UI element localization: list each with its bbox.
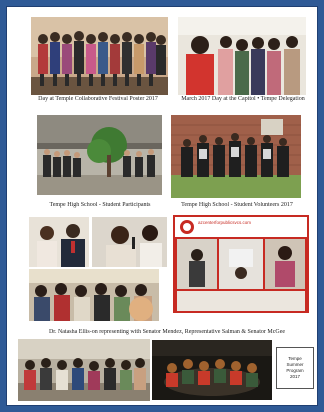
program-label-line-4: 2017 xyxy=(289,374,300,379)
caption-photo-3: Tempe High School - Student Participants xyxy=(49,202,151,208)
caption-photo-2: March 2017 Day at the Capitol • Tempe De… xyxy=(181,96,305,102)
workshop-photo-2 xyxy=(152,340,272,400)
group-photo-1 xyxy=(31,17,168,95)
website-logo-text: azcenterforpublicsvcs.com xyxy=(198,220,252,225)
microphone-speaker-photo xyxy=(92,217,167,267)
courtyard-photo xyxy=(37,115,162,195)
senator-collage-photo: azcenterforpublicsvcs.com xyxy=(173,215,309,313)
program-label-box: Tempe Summer Program 2017 xyxy=(276,347,314,389)
caption-photo-1: Day at Temple Collaborative Festival Pos… xyxy=(38,96,158,102)
poster-page: Day at Temple Collaborative Festival Pos… xyxy=(7,7,317,405)
workshop-photo-1 xyxy=(18,339,150,401)
caption-photo-6: Dr. Natasha Ellis-on representing with S… xyxy=(48,329,286,335)
brick-wall-group-photo xyxy=(171,115,301,198)
speakers-photo xyxy=(29,217,89,267)
caption-photo-4: Tempe High School - Student Volunteers 2… xyxy=(181,202,293,208)
classroom-photo xyxy=(29,269,159,321)
group-photo-2 xyxy=(178,17,306,95)
